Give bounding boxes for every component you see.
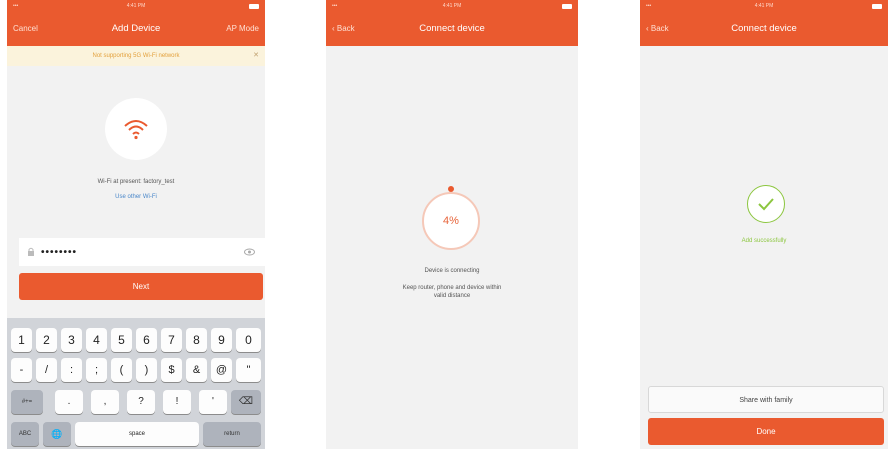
key-6[interactable]: 6	[136, 328, 157, 352]
share-with-family-button[interactable]: Share with family	[648, 386, 884, 413]
backspace-icon[interactable]: ⌫	[231, 390, 261, 414]
use-other-wifi-link[interactable]: Use other Wi-Fi	[7, 194, 265, 200]
key-dollar[interactable]: $	[161, 358, 182, 382]
keyboard: 1 2 3 4 5 6 7 8 9 0 - / : ; ( ) $ & @ " …	[7, 318, 265, 449]
checkmark-icon	[758, 198, 774, 211]
eye-icon[interactable]	[244, 247, 255, 257]
key-9[interactable]: 9	[211, 328, 232, 352]
current-wifi-text: Wi-Fi at present: factory_test	[97, 179, 175, 185]
nav-bar: Cancel Add Device AP Mode	[7, 12, 265, 46]
key-7[interactable]: 7	[161, 328, 182, 352]
key-1[interactable]: 1	[11, 328, 32, 352]
key-slash[interactable]: /	[36, 358, 57, 382]
wifi-icon	[124, 120, 148, 140]
cancel-button[interactable]: Cancel	[13, 12, 38, 46]
key-ampersand[interactable]: &	[186, 358, 207, 382]
key-abc[interactable]: ABC	[11, 422, 39, 446]
key-return[interactable]: return	[203, 422, 261, 446]
password-input[interactable]	[41, 246, 221, 258]
success-message: Add successfully	[741, 238, 787, 244]
key-apostrophe[interactable]: '	[199, 390, 227, 414]
connecting-screen: ••• 4:41 PM ‹ Back Connect device 4% Dev…	[326, 0, 578, 449]
notice-banner: Not supporting 5G Wi-Fi network ✕	[7, 46, 265, 66]
status-bar: ••• 4:41 PM	[7, 0, 265, 12]
lock-icon	[28, 247, 34, 256]
key-4[interactable]: 4	[86, 328, 107, 352]
globe-icon[interactable]: 🌐	[43, 422, 71, 446]
done-button[interactable]: Done	[648, 418, 884, 445]
key-question[interactable]: ?	[127, 390, 155, 414]
nav-title-wrap: Connect device	[640, 12, 888, 46]
key-exclaim[interactable]: !	[163, 390, 191, 414]
notice-text: Not supporting 5G Wi-Fi network	[92, 53, 180, 59]
key-3[interactable]: 3	[61, 328, 82, 352]
nav-title-wrap: Connect device	[326, 12, 578, 46]
key-open-paren[interactable]: (	[111, 358, 132, 382]
connecting-hint-line2: valid distance	[433, 293, 471, 299]
back-button[interactable]: ‹ Back	[332, 12, 355, 46]
close-icon[interactable]: ✕	[253, 46, 259, 66]
key-8[interactable]: 8	[186, 328, 207, 352]
key-2[interactable]: 2	[36, 328, 57, 352]
add-device-screen: ••• 4:41 PM Cancel Add Device AP Mode No…	[7, 0, 265, 449]
key-at[interactable]: @	[211, 358, 232, 382]
status-time: 4:41 PM	[126, 3, 146, 9]
progress-percent: 4%	[443, 215, 459, 227]
key-semicolon[interactable]: ;	[86, 358, 107, 382]
key-period[interactable]: .	[55, 390, 83, 414]
nav-bar: ‹ Back Connect device	[640, 12, 888, 46]
back-button[interactable]: ‹ Back	[646, 12, 669, 46]
progress-circle: 4%	[422, 192, 480, 250]
key-dash[interactable]: -	[11, 358, 32, 382]
page-title: Add Device	[111, 23, 161, 34]
success-screen: ••• 4:41 PM ‹ Back Connect device Add su…	[640, 0, 888, 449]
status-time: 4:41 PM	[442, 3, 462, 9]
password-field[interactable]	[19, 238, 265, 266]
key-symbols[interactable]: #+=	[11, 390, 43, 414]
next-button[interactable]: Next	[19, 273, 263, 300]
status-bar: ••• 4:41 PM	[326, 0, 578, 12]
key-5[interactable]: 5	[111, 328, 132, 352]
key-comma[interactable]: ,	[91, 390, 119, 414]
page-title: Connect device	[419, 23, 485, 34]
connecting-hint-line1: Keep router, phone and device within	[402, 285, 502, 291]
page-title: Connect device	[731, 23, 797, 34]
nav-bar: ‹ Back Connect device	[326, 12, 578, 46]
key-0[interactable]: 0	[236, 328, 261, 352]
success-circle	[747, 185, 785, 223]
status-bar: ••• 4:41 PM	[640, 0, 888, 12]
key-space[interactable]: space	[75, 422, 199, 446]
wifi-icon-circle	[105, 98, 167, 160]
key-colon[interactable]: :	[61, 358, 82, 382]
connecting-status: Device is connecting	[424, 268, 480, 274]
status-time: 4:41 PM	[754, 3, 774, 9]
key-close-paren[interactable]: )	[136, 358, 157, 382]
key-quote[interactable]: "	[236, 358, 261, 382]
ap-mode-button[interactable]: AP Mode	[226, 12, 259, 46]
